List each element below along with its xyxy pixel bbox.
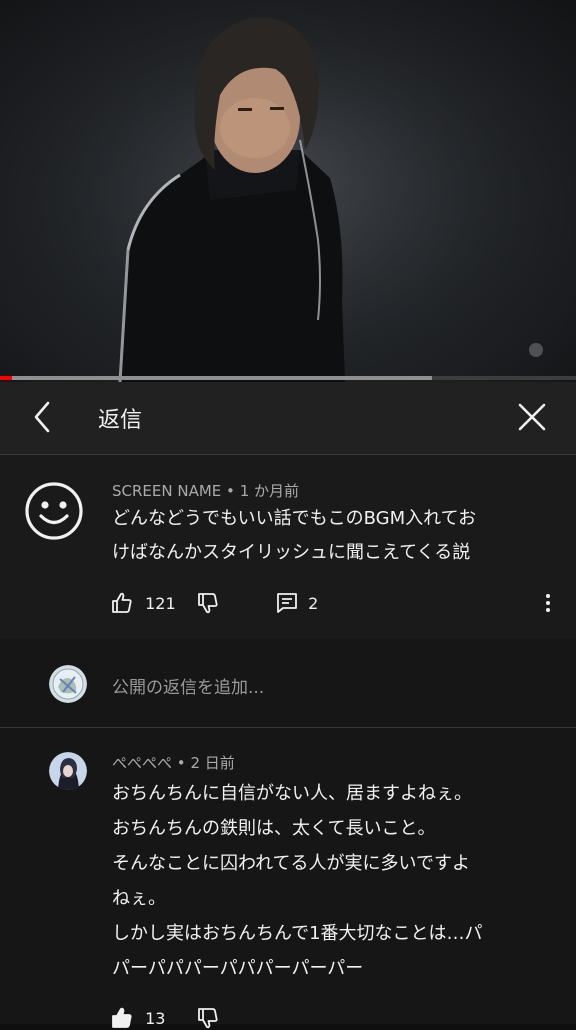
user-avatar-icon: [49, 665, 87, 703]
reply-text: おちんちんに自信がない人、居ますよねぇ。 おちんちんの鉄則は、太くて長いこと。 …: [112, 776, 556, 986]
reply-dislike-button[interactable]: [196, 1006, 220, 1030]
add-reply-bar: 公開の返信を追加...: [0, 639, 576, 728]
comment-line: どんなどうでもいい話でもこのBGM入れてお: [112, 508, 477, 529]
reply-line: パーパパパーパパパーパーパー: [112, 958, 364, 979]
thumbs-up-icon: [112, 592, 132, 613]
reply-line: おちんちんに自信がない人、居ますよねぇ。: [112, 783, 472, 804]
reply-count: 2: [308, 593, 319, 613]
comment-author[interactable]: SCREEN NAME: [112, 482, 221, 500]
page-title: 返信: [98, 408, 143, 433]
comment-text: どんなどうでもいい話でもこのBGM入れてお けばなんかスタイリッシュに聞こえてく…: [112, 502, 552, 570]
reply-line: しかし実はおちんちんで1番大切なことは…パ: [112, 923, 483, 944]
progress-buffered: [0, 376, 432, 380]
reply-line: ねぇ。: [112, 888, 166, 909]
parent-comment: SCREEN NAME • 1 か月前 どんなどうでもいい話でもこのBGM入れて…: [0, 455, 576, 639]
chevron-left-icon: [34, 401, 50, 433]
progress-played: [0, 376, 12, 380]
reply-avatar-icon: [49, 752, 87, 790]
comment-meta: SCREEN NAME • 1 か月前: [112, 480, 299, 501]
smiley-avatar-icon: [25, 482, 83, 540]
video-progress-bar[interactable]: [0, 376, 576, 380]
more-vert-icon: [546, 594, 550, 612]
comment-time: 1 か月前: [239, 482, 299, 500]
thumbs-up-icon: [112, 1007, 132, 1028]
close-button[interactable]: [510, 395, 554, 439]
reply-author[interactable]: ぺぺぺぺ: [112, 754, 172, 772]
close-icon: [518, 403, 546, 431]
replies-header: 返信: [0, 382, 576, 455]
like-count: 121: [145, 593, 176, 613]
thumbs-down-icon: [198, 1008, 218, 1029]
reply-like-count: 13: [145, 1008, 166, 1028]
reply-line: そんなことに囚われてる人が実に多いですよ: [112, 853, 471, 874]
dislike-button[interactable]: [196, 591, 220, 615]
reply-button[interactable]: 2: [275, 591, 318, 615]
comment-icon: [277, 593, 297, 613]
reply-like-button[interactable]: 13: [110, 1006, 165, 1030]
reply-input[interactable]: 公開の返信を追加...: [112, 673, 264, 698]
back-button[interactable]: [20, 395, 64, 439]
video-frame: [0, 0, 576, 382]
reply-comment: ぺぺぺぺ • 2 日前 おちんちんに自信がない人、居ますよねぇ。 おちんちんの鉄…: [0, 728, 576, 1029]
reply-line: おちんちんの鉄則は、太くて長いこと。: [112, 818, 436, 839]
reply-meta: ぺぺぺぺ • 2 日前: [112, 752, 235, 773]
reply-author-avatar[interactable]: [49, 752, 87, 790]
video-player[interactable]: [0, 0, 576, 382]
more-actions-button[interactable]: [538, 591, 558, 615]
meta-separator: •: [176, 754, 186, 772]
user-avatar[interactable]: [49, 665, 87, 703]
like-button[interactable]: 121: [110, 591, 176, 615]
meta-separator: •: [226, 482, 235, 500]
thumbs-down-icon: [198, 593, 218, 614]
comment-line: けばなんかスタイリッシュに聞こえてくる説: [112, 542, 471, 563]
reply-time: 2 日前: [190, 754, 235, 772]
